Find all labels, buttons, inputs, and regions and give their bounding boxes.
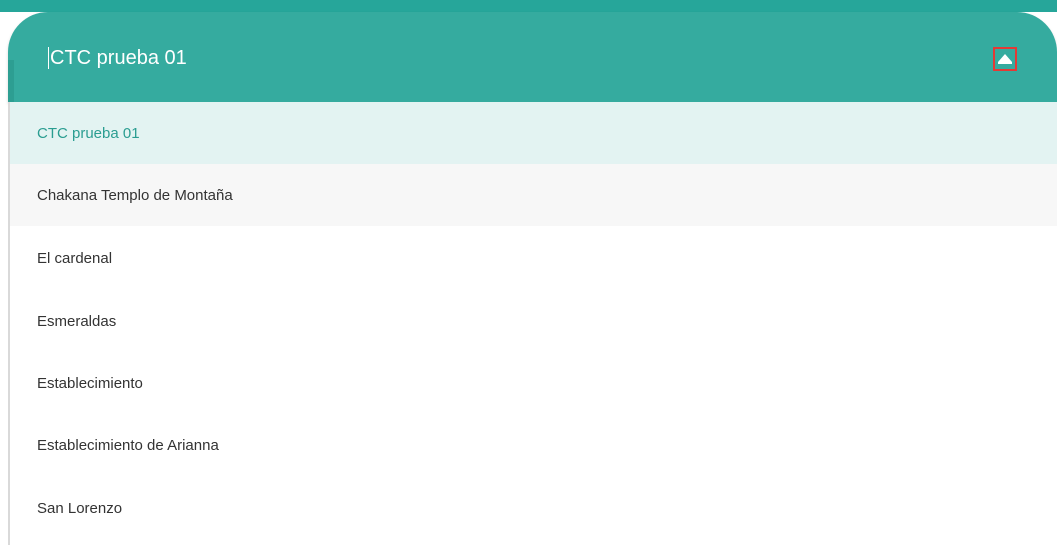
select-field-edge — [8, 60, 14, 108]
option-label: San Lorenzo — [37, 499, 123, 517]
option-el-cardenal[interactable]: El cardenal — [10, 227, 1057, 289]
option-label: CTC prueba 01 — [37, 124, 140, 142]
option-establecimiento-arianna[interactable]: Establecimiento de Arianna — [10, 414, 1057, 476]
caret-up-icon — [997, 53, 1013, 65]
select-widget: CTC prueba 01 CTC prueba 01 Chakana Temp… — [0, 0, 1057, 545]
option-label: Establecimiento — [37, 374, 143, 392]
text-caret — [48, 47, 49, 69]
selected-value[interactable]: CTC prueba 01 — [50, 44, 187, 72]
option-ctc-prueba-01[interactable]: CTC prueba 01 — [10, 102, 1057, 164]
option-label: Esmeraldas — [37, 312, 117, 330]
option-label: El cardenal — [37, 249, 113, 267]
option-san-lorenzo[interactable]: San Lorenzo — [10, 477, 1057, 539]
option-label: Establecimiento de Arianna — [37, 436, 219, 454]
dropdown-toggle-button[interactable] — [993, 47, 1017, 71]
option-establecimiento[interactable]: Establecimiento — [10, 352, 1057, 414]
option-label: Chakana Templo de Montaña — [37, 186, 233, 204]
option-chakana-templo[interactable]: Chakana Templo de Montaña — [10, 164, 1057, 226]
top-accent-strip — [0, 0, 1057, 12]
option-esmeraldas[interactable]: Esmeraldas — [10, 290, 1057, 352]
